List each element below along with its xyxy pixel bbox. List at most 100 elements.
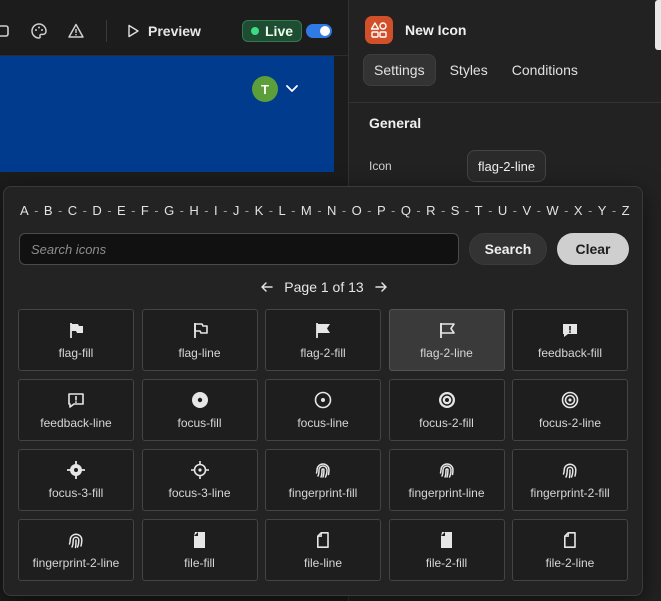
icon-option-flag-2-fill[interactable]: flag-2-fill [265,309,381,371]
toolbar-divider [106,20,107,42]
icon-option-focus-fill[interactable]: focus-fill [141,379,258,441]
alphabet-separator: - [107,203,112,218]
live-badge[interactable]: Live [242,20,303,42]
alphabet-separator: - [488,203,493,218]
alphabet-letter-r[interactable]: R [426,203,435,218]
alphabet-letter-i[interactable]: I [214,203,218,218]
clear-button[interactable]: Clear [557,233,629,265]
arrow-right-icon[interactable] [374,280,388,294]
alphabet-letter-t[interactable]: T [475,203,483,218]
icon-field-label: Icon [369,159,392,173]
alphabet-letter-s[interactable]: S [451,203,460,218]
tab-styles[interactable]: Styles [440,54,498,86]
icon-option-focus-2-line[interactable]: focus-2-line [512,379,628,441]
icon-option-flag-2-line[interactable]: flag-2-line [388,309,505,371]
alphabet-letter-l[interactable]: L [278,203,285,218]
alphabet-letter-m[interactable]: M [301,203,312,218]
alphabet-letter-p[interactable]: P [377,203,386,218]
icon-option-file-2-line[interactable]: file-2-line [512,519,628,581]
alphabet-letter-g[interactable]: G [164,203,174,218]
icon-option-fingerprint-line[interactable]: fingerprint-line [388,449,505,511]
alphabet-separator: - [587,203,593,218]
play-icon [128,24,139,38]
icon-option-feedback-fill[interactable]: feedback-fill [512,309,628,371]
chevron-down-icon[interactable] [285,83,299,95]
file-fill-icon [193,532,205,548]
alphabet-separator: - [34,203,39,218]
search-input[interactable] [19,233,459,265]
alphabet-letter-x[interactable]: X [574,203,583,218]
alphabet-filter: A-B-C-D-E-F-G-H-I-J-K-L-M-N-O-P-Q-R-S-T-… [20,203,630,218]
flag-line-icon [193,323,208,338]
alphabet-letter-n[interactable]: N [327,203,336,218]
alphabet-letter-o[interactable]: O [352,203,362,218]
alphabet-separator: - [611,203,617,218]
feedback-line-icon [68,393,84,408]
icon-option-file-2-fill[interactable]: file-2-fill [388,519,505,581]
alphabet-letter-c[interactable]: C [68,203,77,218]
icon-option-fingerprint-2-fill[interactable]: fingerprint-2-fill [512,449,628,511]
icon-option-label: feedback-line [40,416,112,430]
icon-option-label: focus-fill [177,416,222,430]
icon-option-fingerprint-2-line[interactable]: fingerprint-2-line [18,519,134,581]
tab-conditions[interactable]: Conditions [502,54,588,86]
tab-settings[interactable]: Settings [363,54,436,86]
icon-option-label: flag-fill [58,346,94,360]
icon-option-label: focus-2-line [538,416,602,430]
alphabet-letter-z[interactable]: Z [622,203,630,218]
icon-option-label: flag-line [178,346,221,360]
alphabet-letter-d[interactable]: D [92,203,101,218]
fingerprint-line-icon [439,463,454,478]
icon-option-label: feedback-fill [537,346,603,360]
icon-picker-popover: A-B-C-D-E-F-G-H-I-J-K-L-M-N-O-P-Q-R-S-T-… [3,186,643,596]
icon-option-flag-line[interactable]: flag-line [141,309,258,371]
alphabet-separator: - [291,203,296,218]
icon-option-label: fingerprint-line [408,486,485,500]
icon-option-focus-3-line[interactable]: focus-3-line [141,449,258,511]
icon-option-flag-fill[interactable]: flag-fill [18,309,134,371]
focus-3-line-icon [190,461,209,479]
alphabet-letter-q[interactable]: Q [401,203,411,218]
icon-option-file-line[interactable]: file-line [265,519,381,581]
alphabet-letter-v[interactable]: V [522,203,531,218]
fingerprint-2-fill-icon [562,463,577,479]
alphabet-letter-w[interactable]: W [546,203,558,218]
flag-2-line-icon [439,323,455,338]
file-2-fill-icon [440,532,452,548]
icon-option-fingerprint-fill[interactable]: fingerprint-fill [265,449,381,511]
live-status-dot [251,27,259,35]
arrow-left-icon[interactable] [260,280,274,294]
avatar[interactable]: T [252,76,278,102]
palette-icon[interactable] [30,22,48,40]
alphabet-letter-y[interactable]: Y [598,203,607,218]
feedback-fill-icon [563,324,577,337]
icon-option-label: file-2-fill [425,556,468,570]
icon-option-feedback-line[interactable]: feedback-line [18,379,134,441]
preview-button[interactable]: Preview [126,18,201,44]
alphabet-separator: - [564,203,569,218]
search-button[interactable]: Search [469,233,547,265]
alphabet-separator: - [244,203,250,218]
frame-icon[interactable] [0,22,12,40]
icon-option-label: focus-3-line [168,486,231,500]
icon-field-value[interactable]: flag-2-line [467,150,547,182]
alphabet-letter-u[interactable]: U [498,203,507,218]
alphabet-letter-b[interactable]: B [44,203,53,218]
alphabet-separator: - [204,203,209,218]
alphabet-letter-h[interactable]: H [189,203,198,218]
icon-option-label: file-2-line [545,556,595,570]
warning-icon[interactable] [67,22,85,40]
alphabet-separator: - [268,203,274,218]
focus-2-fill-icon [438,392,455,408]
icon-option-focus-2-fill[interactable]: focus-2-fill [388,379,505,441]
alphabet-letter-j[interactable]: J [233,203,240,218]
icon-option-file-fill[interactable]: file-fill [141,519,258,581]
live-toggle[interactable] [306,24,332,38]
icon-option-focus-3-fill[interactable]: focus-3-fill [18,449,134,511]
alphabet-letter-e[interactable]: E [117,203,126,218]
alphabet-letter-a[interactable]: A [20,203,29,218]
alphabet-letter-f[interactable]: F [141,203,149,218]
icon-option-focus-line[interactable]: focus-line [265,379,381,441]
alphabet-separator: - [464,203,470,218]
alphabet-letter-k[interactable]: K [255,203,264,218]
